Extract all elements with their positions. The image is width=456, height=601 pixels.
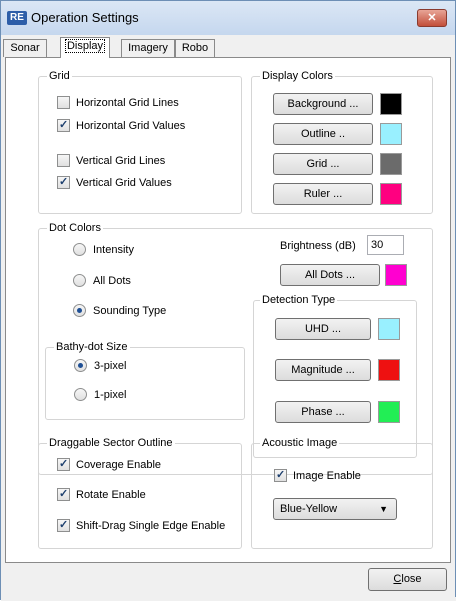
uhd-color-button[interactable]: UHD ... — [275, 318, 371, 340]
tab-robo[interactable]: Robo — [175, 39, 215, 57]
ruler-color-button[interactable]: Ruler ... — [273, 183, 373, 205]
vertical-grid-lines-checkbox[interactable]: Vertical Grid Lines — [57, 154, 165, 167]
grid-group: Grid Horizontal Grid Lines Horizontal Gr… — [38, 70, 242, 214]
outline-color-swatch[interactable] — [380, 123, 402, 145]
sounding-type-radio[interactable]: Sounding Type — [73, 304, 166, 317]
acoustic-image-label: Acoustic Image — [260, 437, 340, 449]
horizontal-grid-values-checkbox[interactable]: Horizontal Grid Values — [57, 118, 186, 132]
bathy-dot-size-group: Bathy-dot Size 3-pixel 1-pixel — [45, 341, 245, 420]
intensity-radio[interactable]: Intensity — [73, 243, 134, 256]
one-pixel-radio[interactable]: 1-pixel — [74, 388, 126, 401]
intensity-label: Intensity — [93, 243, 134, 256]
window-close-button[interactable]: ✕ — [417, 9, 447, 27]
background-color-swatch[interactable] — [380, 93, 402, 115]
radio-circle — [73, 274, 86, 287]
palette-select[interactable]: Blue-Yellow ▼ — [273, 498, 397, 520]
radio-circle — [73, 243, 86, 256]
uhd-color-swatch[interactable] — [378, 318, 400, 340]
grid-color-swatch[interactable] — [380, 153, 402, 175]
close-button[interactable]: Close — [368, 568, 447, 591]
app-logo-icon: RE — [7, 11, 27, 25]
display-colors-label: Display Colors — [260, 70, 335, 82]
radio-circle — [74, 388, 87, 401]
all-dots-radio[interactable]: All Dots — [73, 274, 131, 287]
radio-circle — [74, 359, 87, 372]
coverage-enable-label: Coverage Enable — [76, 458, 162, 471]
bathy-dot-size-label: Bathy-dot Size — [54, 341, 130, 353]
brightness-input[interactable]: 30 — [367, 235, 404, 255]
all-dots-color-swatch[interactable] — [385, 264, 407, 286]
tab-display[interactable]: Display — [60, 37, 110, 58]
horizontal-grid-values-label: Horizontal Grid Values — [76, 119, 186, 132]
chevron-down-icon: ▼ — [379, 504, 388, 514]
horizontal-grid-lines-label: Horizontal Grid Lines — [76, 96, 179, 109]
window-title: Operation Settings — [31, 10, 139, 25]
tab-imagery[interactable]: Imagery — [121, 39, 175, 57]
three-pixel-radio[interactable]: 3-pixel — [74, 359, 126, 372]
checkbox-box — [57, 487, 70, 501]
sounding-type-label: Sounding Type — [93, 304, 167, 317]
draggable-sector-outline-group: Draggable Sector Outline Coverage Enable… — [38, 437, 242, 549]
shift-drag-enable-label: Shift-Drag Single Edge Enable — [76, 519, 226, 532]
all-dots-radio-label: All Dots — [93, 274, 131, 287]
palette-select-value: Blue-Yellow — [280, 503, 338, 515]
all-dots-color-button[interactable]: All Dots ... — [280, 264, 380, 286]
checkbox-box — [57, 175, 70, 189]
detection-type-label: Detection Type — [260, 294, 338, 306]
acoustic-image-group: Acoustic Image Image Enable Blue-Yellow … — [251, 437, 433, 549]
radio-circle — [73, 304, 86, 317]
magnitude-color-button[interactable]: Magnitude ... — [275, 359, 371, 381]
one-pixel-label: 1-pixel — [94, 388, 127, 401]
grid-color-button[interactable]: Grid ... — [273, 153, 373, 175]
vertical-grid-values-label: Vertical Grid Values — [76, 176, 172, 189]
operation-settings-window: RE Operation Settings ✕ Sonar Display Im… — [0, 0, 456, 601]
image-enable-checkbox[interactable]: Image Enable — [274, 468, 361, 482]
rotate-enable-label: Rotate Enable — [76, 488, 146, 501]
vertical-grid-lines-label: Vertical Grid Lines — [76, 154, 166, 167]
checkbox-box — [57, 96, 70, 109]
display-colors-group: Display Colors Background ... Outline ..… — [251, 70, 433, 214]
horizontal-grid-lines-checkbox[interactable]: Horizontal Grid Lines — [57, 96, 179, 109]
brightness-label: Brightness (dB) — [280, 240, 356, 252]
outline-color-button[interactable]: Outline .. — [273, 123, 373, 145]
vertical-grid-values-checkbox[interactable]: Vertical Grid Values — [57, 175, 172, 189]
title-bar[interactable]: RE Operation Settings ✕ — [1, 1, 455, 35]
display-tab-page: Grid Horizontal Grid Lines Horizontal Gr… — [5, 57, 451, 563]
draggable-sector-outline-label: Draggable Sector Outline — [47, 437, 175, 449]
window-bottom-edge — [1, 597, 456, 601]
phase-color-button[interactable]: Phase ... — [275, 401, 371, 423]
checkbox-box — [57, 518, 70, 532]
phase-color-swatch[interactable] — [378, 401, 400, 423]
ruler-color-swatch[interactable] — [380, 183, 402, 205]
three-pixel-label: 3-pixel — [94, 359, 127, 372]
tab-sonar[interactable]: Sonar — [3, 39, 47, 57]
dot-colors-label: Dot Colors — [47, 222, 103, 234]
detection-type-group: Detection Type UHD ... Magnitude ... Pha… — [253, 294, 417, 458]
checkbox-box — [57, 154, 70, 167]
shift-drag-enable-checkbox[interactable]: Shift-Drag Single Edge Enable — [57, 518, 226, 532]
checkbox-box — [57, 457, 70, 471]
grid-group-label: Grid — [47, 70, 72, 82]
coverage-enable-checkbox[interactable]: Coverage Enable — [57, 457, 162, 471]
rotate-enable-checkbox[interactable]: Rotate Enable — [57, 487, 146, 501]
checkbox-box — [57, 118, 70, 132]
close-rest: lose — [401, 573, 422, 585]
image-enable-label: Image Enable — [293, 469, 361, 482]
magnitude-color-swatch[interactable] — [378, 359, 400, 381]
background-color-button[interactable]: Background ... — [273, 93, 373, 115]
checkbox-box — [274, 468, 287, 482]
